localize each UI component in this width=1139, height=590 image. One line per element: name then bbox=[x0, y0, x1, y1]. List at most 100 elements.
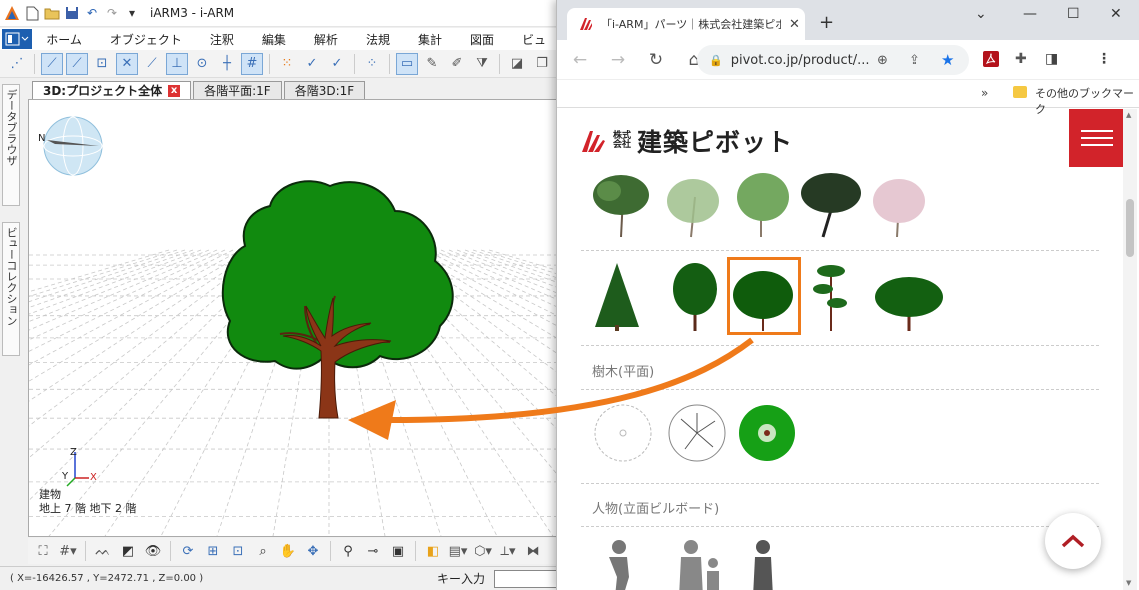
point-snap-icon[interactable]: ⋰ bbox=[6, 53, 28, 75]
tree-plan-outline-icon[interactable] bbox=[594, 404, 652, 462]
view-compass-icon[interactable] bbox=[41, 114, 105, 178]
brush-icon[interactable]: ✐ bbox=[446, 53, 468, 75]
crop-icon[interactable]: ◪ bbox=[506, 53, 528, 75]
paint-icon[interactable]: ✎ bbox=[421, 53, 443, 75]
3d-viewport[interactable]: N Z Y X 建物 地上 7 階 地下 2 階 bbox=[28, 99, 560, 537]
tree-plan-green-icon[interactable] bbox=[739, 405, 795, 461]
menu-regulation[interactable]: 法規 bbox=[352, 31, 404, 48]
scrollbar-thumb[interactable] bbox=[1126, 199, 1134, 257]
pattern-icon[interactable]: ⁘ bbox=[361, 53, 383, 75]
mirror-icon[interactable]: ⧓ bbox=[522, 540, 544, 562]
tangent-snap-icon[interactable]: ┼ bbox=[216, 53, 238, 75]
tree-thumb-column-icon[interactable] bbox=[673, 263, 717, 331]
layer-icon[interactable]: ⛶ bbox=[32, 540, 54, 562]
menu-home[interactable]: ホーム bbox=[32, 31, 96, 48]
tree-model-icon[interactable] bbox=[205, 166, 465, 426]
menu-object[interactable]: オブジェクト bbox=[96, 31, 196, 48]
tab-3d-project[interactable]: 3D:プロジェクト全体 x bbox=[32, 81, 192, 99]
minimize-icon[interactable]: — bbox=[1023, 6, 1037, 22]
app-menu-button[interactable] bbox=[2, 29, 33, 49]
filter-icon[interactable]: ⧩ bbox=[471, 53, 493, 75]
menu-edit[interactable]: 編集 bbox=[248, 31, 300, 48]
tree-thumb-willow-icon[interactable] bbox=[667, 179, 719, 238]
center-snap-icon[interactable]: ⊙ bbox=[191, 53, 213, 75]
screen-icon[interactable]: ▣ bbox=[387, 540, 409, 562]
data-browser-tab[interactable]: データブラウザ bbox=[2, 84, 20, 206]
menu-drawing[interactable]: 図面 bbox=[456, 31, 508, 48]
menu-view[interactable]: ビュ bbox=[508, 31, 560, 48]
object-color-icon[interactable]: ◧ bbox=[422, 540, 444, 562]
person-standing-icon[interactable] bbox=[753, 540, 773, 590]
walk-icon[interactable]: ⚲ bbox=[337, 540, 359, 562]
browser-menu-icon[interactable]: ⋮ bbox=[1097, 51, 1111, 67]
tab-floor-plan-1f[interactable]: 各階平面:1F bbox=[193, 81, 282, 99]
forward-icon[interactable]: → bbox=[609, 50, 627, 70]
tree-thumb-blossom-icon[interactable] bbox=[873, 179, 925, 238]
person-running-icon[interactable] bbox=[609, 540, 629, 590]
midpoint-snap-icon[interactable]: ⊡ bbox=[91, 53, 113, 75]
zoom-icon[interactable]: ⌕ bbox=[252, 540, 274, 562]
site-logo[interactable]: 株式 会社 建築ピボット bbox=[581, 123, 793, 159]
share-icon[interactable]: ⇪ bbox=[909, 53, 920, 68]
side-panel-icon[interactable]: ◨ bbox=[1045, 51, 1058, 67]
perpendicular-snap-icon[interactable]: ⊥ bbox=[166, 52, 188, 75]
menu-aggregate[interactable]: 集計 bbox=[404, 31, 456, 48]
orbit-icon[interactable]: ✥ bbox=[302, 540, 324, 562]
key-input-field[interactable] bbox=[494, 570, 560, 588]
cube-view-icon[interactable]: ⬡▾ bbox=[472, 540, 494, 562]
scroll-to-top-button[interactable] bbox=[1045, 513, 1101, 569]
copy-view-icon[interactable]: ❐ bbox=[531, 53, 553, 75]
segment-snap-icon[interactable]: ⟋ bbox=[66, 52, 88, 75]
check-two-icon[interactable]: ✓ bbox=[326, 53, 348, 75]
camera-path-icon[interactable]: ⊸ bbox=[362, 540, 384, 562]
person-family-icon[interactable] bbox=[679, 540, 719, 590]
extension-snap-icon[interactable]: ⟋ bbox=[141, 53, 163, 75]
tree-thumb-wide-icon[interactable] bbox=[875, 277, 943, 331]
close-tab-icon[interactable]: ✕ bbox=[789, 17, 800, 32]
menu-analysis[interactable]: 解析 bbox=[300, 31, 352, 48]
visibility-icon[interactable]: 👁 bbox=[142, 540, 164, 562]
new-tab-icon[interactable]: + bbox=[819, 12, 834, 33]
dot-grid-icon[interactable]: ⁙ bbox=[276, 53, 298, 75]
line-snap-icon[interactable]: ⟋ bbox=[41, 52, 63, 75]
display-mode-icon[interactable]: ▤▾ bbox=[447, 540, 469, 562]
reload-icon[interactable]: ↻ bbox=[647, 50, 665, 70]
redo-icon[interactable]: ↷ bbox=[104, 5, 120, 21]
address-bar[interactable]: 🔒 pivot.co.jp/product/... ⊕ ⇪ ★ bbox=[697, 45, 969, 75]
new-file-icon[interactable] bbox=[24, 5, 40, 21]
save-icon[interactable] bbox=[64, 5, 80, 21]
view-collection-tab[interactable]: ビューコレクション bbox=[2, 222, 20, 356]
back-icon[interactable]: ← bbox=[571, 50, 589, 70]
axis-view-icon[interactable]: ⟂▾ bbox=[497, 540, 519, 562]
tab-floor-3d-1f[interactable]: 各階3D:1F bbox=[283, 81, 366, 99]
tab-search-chevron-icon[interactable]: ⌄ bbox=[975, 6, 987, 22]
extensions-puzzle-icon[interactable]: ✚ bbox=[1015, 51, 1027, 67]
tree-thumb-broadleaf-icon[interactable] bbox=[737, 173, 789, 237]
menu-annotation[interactable]: 注釈 bbox=[196, 31, 248, 48]
grid-settings-icon[interactable]: #▾ bbox=[57, 540, 79, 562]
tree-thumb-pine-icon[interactable] bbox=[593, 175, 649, 238]
tree-thumb-tall-pine-icon[interactable] bbox=[813, 265, 847, 331]
bookmarks-overflow-icon[interactable]: » bbox=[981, 86, 988, 100]
tree-plan-branch-icon[interactable] bbox=[668, 404, 726, 462]
pdf-extension-icon[interactable] bbox=[983, 51, 999, 71]
page-scrollbar[interactable]: ▲ ▼ bbox=[1123, 109, 1137, 590]
bookmark-star-icon[interactable]: ★ bbox=[941, 51, 954, 69]
close-window-icon[interactable]: ✕ bbox=[1110, 6, 1122, 22]
browser-tab-active[interactable]: 「i-ARM」パーツ｜株式会社建築ピボット ✕ bbox=[567, 8, 805, 40]
maximize-icon[interactable]: ☐ bbox=[1067, 6, 1080, 22]
zoom-icon[interactable]: ⊕ bbox=[877, 53, 888, 68]
scroll-up-icon[interactable]: ▲ bbox=[1126, 111, 1131, 119]
grid-snap-icon[interactable]: # bbox=[241, 52, 263, 75]
eye-line-icon[interactable]: ᨓ bbox=[92, 540, 114, 562]
close-tab-icon[interactable]: x bbox=[168, 84, 181, 97]
shade-icon[interactable]: ◩ bbox=[117, 540, 139, 562]
pan-hand-icon[interactable]: ✋ bbox=[277, 540, 299, 562]
intersection-snap-icon[interactable]: ✕ bbox=[116, 52, 138, 75]
tree-thumb-dark-pine-icon[interactable] bbox=[801, 173, 861, 238]
open-folder-icon[interactable] bbox=[44, 5, 60, 21]
quick-access-dropdown-icon[interactable]: ▾ bbox=[124, 5, 140, 21]
hamburger-menu-button[interactable] bbox=[1069, 109, 1125, 167]
check-icon[interactable]: ✓ bbox=[301, 53, 323, 75]
rotate-view-icon[interactable]: ⟳ bbox=[177, 540, 199, 562]
